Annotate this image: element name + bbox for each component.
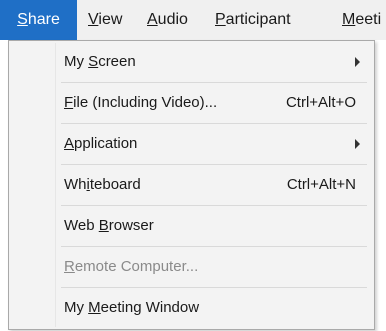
menu-item-label: Application: [64, 135, 138, 152]
menu-bar: Share View Audio Participant Meeti: [0, 0, 386, 40]
menu-item-label: Whiteboard: [64, 176, 141, 193]
menu-audio[interactable]: Audio: [147, 0, 188, 40]
menu-item-label: My Screen: [64, 53, 136, 70]
menu-meeting[interactable]: Meeti: [342, 0, 381, 40]
menu-share[interactable]: Share: [0, 0, 77, 40]
menu-view-access-key: V: [88, 11, 99, 28]
menu-share-access-key: S: [17, 11, 28, 28]
menu-item-my-screen[interactable]: My Screen: [9, 42, 374, 82]
menu-meeting-label-post: eeti: [355, 11, 382, 28]
menu-item-file[interactable]: File (Including Video)... Ctrl+Alt+O: [9, 83, 374, 123]
menu-item-label: Web Browser: [64, 217, 154, 234]
menu-participant-label-post: articipant: [225, 11, 291, 28]
share-dropdown-menu: My Screen File (Including Video)... Ctrl…: [8, 40, 375, 330]
menu-item-shortcut: Ctrl+Alt+O: [285, 94, 356, 111]
submenu-arrow-icon: [355, 139, 360, 149]
menu-item-whiteboard[interactable]: Whiteboard Ctrl+Alt+N: [9, 165, 374, 205]
menu-item-remote-computer: Remote Computer...: [9, 247, 374, 287]
menu-item-label: Remote Computer...: [64, 258, 199, 275]
submenu-arrow-icon: [355, 57, 360, 67]
menu-item-shortcut: Ctrl+Alt+N: [286, 176, 356, 193]
menu-audio-access-key: A: [147, 11, 158, 28]
menu-item-web-browser[interactable]: Web Browser: [9, 206, 374, 246]
menu-item-my-meeting-window[interactable]: My Meeting Window: [9, 288, 374, 328]
menu-participant-access-key: P: [215, 11, 226, 28]
menu-view[interactable]: View: [88, 0, 122, 40]
menu-item-label: File (Including Video)...: [64, 94, 218, 111]
menu-participant[interactable]: Participant: [215, 0, 291, 40]
menu-share-label-post: hare: [27, 11, 60, 28]
menu-audio-label-post: udio: [157, 11, 188, 28]
menu-view-label-post: iew: [98, 11, 123, 28]
menu-item-application[interactable]: Application: [9, 124, 374, 164]
menu-meeting-access-key: M: [342, 11, 356, 28]
menu-item-label: My Meeting Window: [64, 299, 200, 316]
